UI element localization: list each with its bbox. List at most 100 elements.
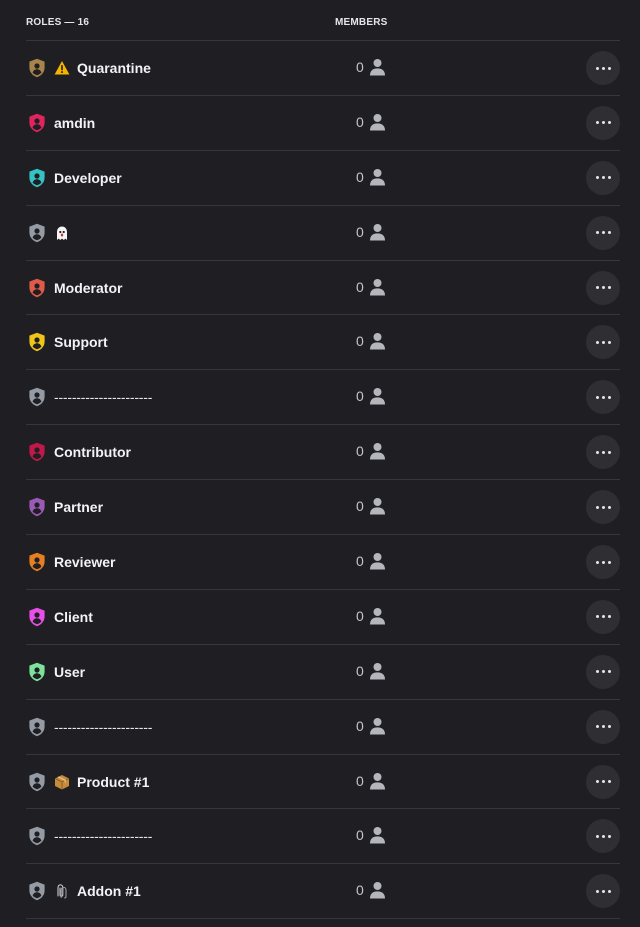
more-dot-icon (601, 121, 605, 125)
more-dot-icon (607, 780, 611, 784)
more-options-button[interactable] (586, 160, 620, 195)
role-name: Support (54, 333, 108, 351)
member-count: 0 (356, 59, 364, 75)
role-name-label: User (54, 663, 86, 680)
more-dot-icon (607, 725, 611, 729)
role-name-label: ---------------------- (54, 389, 153, 406)
warning-icon (54, 60, 70, 76)
more-dot-icon (607, 66, 611, 70)
package-icon (54, 774, 70, 790)
person-icon (369, 552, 386, 570)
role-row[interactable]: ---------------------- 0 (0, 370, 640, 426)
role-name: ---------------------- (54, 827, 152, 845)
role-row[interactable]: ---------------------- 0 (0, 809, 640, 865)
more-dot-icon (595, 725, 599, 729)
member-count: 0 (356, 388, 364, 405)
role-row[interactable]: Client 0 (0, 590, 640, 645)
more-options-button[interactable] (586, 545, 620, 580)
role-name-label: Reviewer (54, 554, 116, 571)
role-shield-icon (28, 332, 46, 352)
more-options-button[interactable] (586, 490, 620, 525)
more-dot-icon (595, 66, 599, 70)
more-options-button[interactable] (586, 435, 620, 470)
role-row[interactable]: Addon #1 0 (0, 864, 640, 920)
role-name-label: Quarantine (77, 60, 151, 76)
role-row[interactable]: amdin 0 (0, 96, 640, 151)
role-row[interactable]: Quarantine 0 (0, 41, 640, 96)
role-name: amdin (54, 114, 95, 132)
role-row[interactable]: Contributor 0 (0, 425, 640, 481)
role-name: ---------------------- (54, 388, 152, 406)
role-row[interactable]: Reviewer 0 (0, 535, 640, 590)
more-options-button[interactable] (586, 654, 620, 689)
person-icon (369, 717, 386, 735)
person-icon (369, 332, 386, 350)
more-dot-icon (601, 176, 605, 180)
person-icon (369, 58, 386, 76)
more-options-button[interactable] (586, 380, 620, 415)
more-options-button[interactable] (586, 51, 620, 85)
role-name-label: Moderator (54, 279, 123, 296)
role-name-label: Developer (54, 169, 122, 186)
more-dot-icon (601, 780, 605, 784)
role-shield-icon (28, 826, 46, 846)
role-row[interactable]: Product #1 0 (0, 755, 640, 810)
person-icon (369, 607, 386, 625)
more-dot-icon (607, 450, 611, 454)
role-shield-icon (28, 552, 46, 572)
role-name: Moderator (54, 279, 122, 297)
more-dot-icon (607, 560, 611, 564)
role-shield-icon (28, 607, 46, 627)
more-options-button[interactable] (586, 764, 620, 799)
more-options-button[interactable] (586, 874, 620, 909)
more-options-button[interactable] (586, 599, 620, 634)
role-row[interactable]: User 0 (0, 645, 640, 700)
more-dot-icon (595, 231, 599, 235)
person-icon (369, 497, 386, 515)
more-dot-icon (601, 395, 605, 399)
more-options-button[interactable] (586, 709, 620, 744)
role-row[interactable]: Developer 0 (0, 151, 640, 206)
more-dot-icon (601, 340, 605, 344)
role-name-label: Contributor (54, 444, 131, 461)
more-options-button[interactable] (586, 325, 620, 360)
role-shield-icon (28, 442, 46, 462)
member-count: 0 (356, 553, 364, 570)
more-dot-icon (595, 615, 599, 619)
role-row[interactable]: 0 (0, 206, 640, 261)
role-name-label: ---------------------- (54, 718, 153, 735)
more-dot-icon (607, 286, 611, 290)
role-name-label: Product #1 (77, 773, 150, 790)
role-name-label: Support (54, 334, 108, 351)
member-count: 0 (356, 333, 364, 350)
role-row[interactable]: ---------------------- 0 (0, 700, 640, 755)
role-shield-icon (28, 772, 46, 792)
role-name (54, 224, 77, 242)
more-dot-icon (595, 121, 599, 125)
more-dot-icon (601, 505, 605, 509)
role-name-label: amdin (54, 114, 96, 131)
more-options-button[interactable] (586, 105, 620, 140)
member-count: 0 (356, 113, 364, 130)
role-row[interactable]: Support 0 (0, 315, 640, 371)
role-row[interactable]: Moderator 0 (0, 261, 640, 316)
ghost-icon (54, 225, 70, 241)
more-options-button[interactable] (586, 215, 620, 250)
role-row[interactable]: Partner 0 (0, 480, 640, 535)
person-icon (369, 278, 386, 296)
more-dot-icon (607, 395, 611, 399)
more-options-button[interactable] (586, 819, 620, 854)
more-dot-icon (595, 450, 599, 454)
paperclips-icon (54, 883, 70, 899)
more-dot-icon (595, 670, 599, 674)
member-count: 0 (356, 662, 364, 679)
more-dot-icon (595, 889, 599, 893)
more-dot-icon (595, 834, 599, 838)
member-count: 0 (356, 443, 364, 460)
roles-table-header: ROLES — 16 MEMBERS (0, 0, 640, 41)
role-shield-icon (28, 881, 46, 901)
person-icon (369, 387, 386, 405)
member-count: 0 (356, 278, 364, 295)
more-options-button[interactable] (586, 270, 620, 305)
more-dot-icon (607, 834, 611, 838)
